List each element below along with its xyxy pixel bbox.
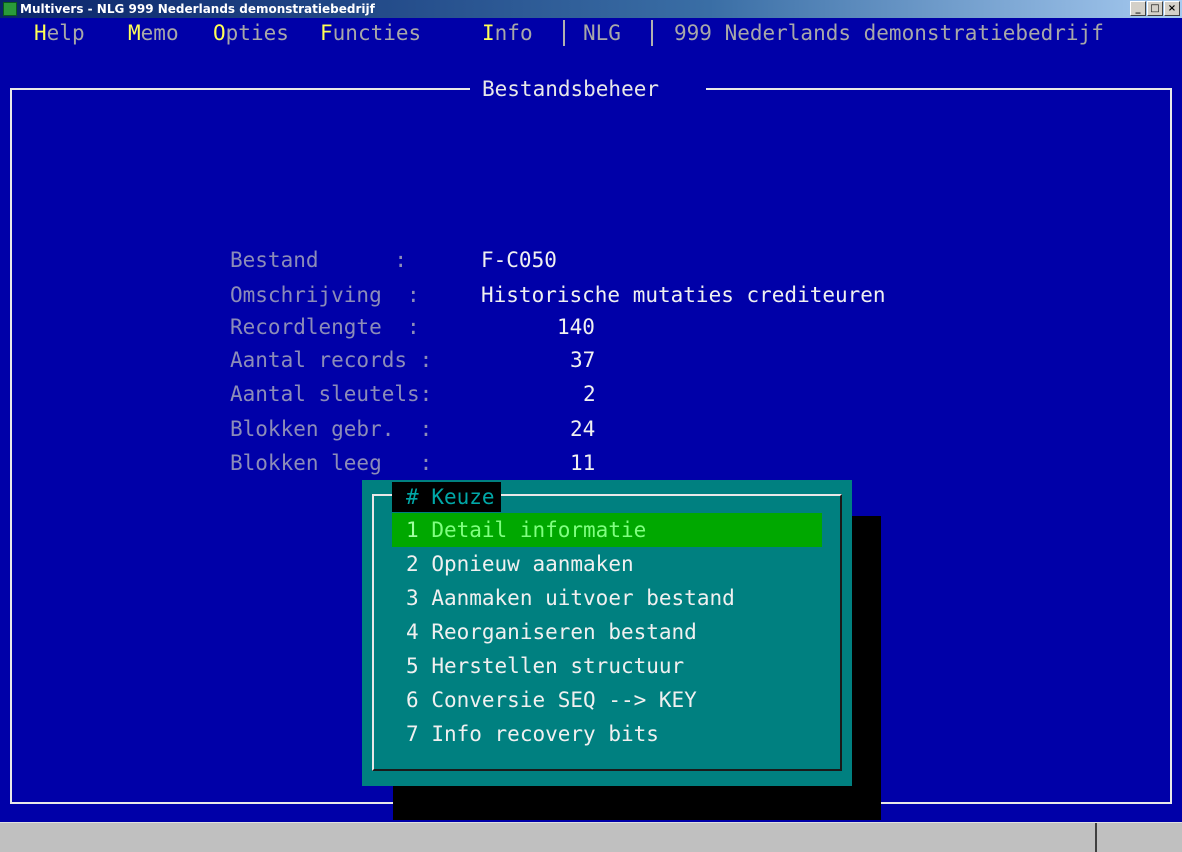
menu-option-6[interactable]: 6 Conversie SEQ --> KEY — [392, 683, 822, 717]
menu-option-1[interactable]: 1 Detail informatie — [392, 513, 822, 547]
label-omschrijving: Omschrijving : — [230, 283, 420, 307]
value-bestand: F-C050 — [481, 248, 557, 272]
minimize-button[interactable]: _ — [1130, 1, 1146, 16]
menu-option-2[interactable]: 2 Opnieuw aanmaken — [392, 547, 822, 581]
company-name: 999 Nederlands demonstratiebedrijf — [674, 21, 1104, 45]
frame-right — [1170, 88, 1172, 804]
label-blokken-gebr: Blokken gebr. : — [230, 417, 433, 441]
app-icon — [3, 2, 17, 16]
dialog-title: # Keuze — [392, 482, 501, 512]
menu-info[interactable]: Info — [482, 18, 533, 48]
menu-separator — [563, 20, 565, 46]
screen-title: Bestandsbeheer — [482, 77, 660, 101]
status-divider — [1095, 823, 1097, 852]
label-aantal-sleutels: Aantal sleutels: — [230, 382, 433, 406]
value-blokken-gebr: 24 — [570, 417, 596, 441]
menu-option-4[interactable]: 4 Reorganiseren bestand — [392, 615, 822, 649]
menu-bar: Help Memo Opties Functies Info NLG 999 N… — [0, 18, 1182, 49]
frame-left — [10, 88, 12, 804]
label-bestand: Bestand : — [230, 248, 408, 272]
value-recordlengte: 140 — [557, 315, 595, 339]
menu-separator — [651, 20, 653, 46]
window-title: Multivers - NLG 999 Nederlands demonstra… — [20, 2, 375, 16]
label-recordlengte: Recordlengte : — [230, 315, 420, 339]
frame-top-left — [10, 88, 470, 90]
value-aantal-sleutels: 2 — [583, 382, 596, 406]
menu-option-5[interactable]: 5 Herstellen structuur — [392, 649, 822, 683]
maximize-button[interactable]: □ — [1147, 1, 1163, 16]
label-aantal-records: Aantal records : — [230, 348, 433, 372]
close-button[interactable]: × — [1164, 1, 1180, 16]
frame-top-right — [706, 88, 1172, 90]
label-blokken-leeg: Blokken leeg : — [230, 451, 433, 475]
menu-option-3[interactable]: 3 Aanmaken uitvoer bestand — [392, 581, 822, 615]
menu-memo[interactable]: Memo — [128, 18, 179, 48]
window-controls: _ □ × — [1130, 1, 1180, 17]
status-bar — [0, 822, 1182, 852]
value-aantal-records: 37 — [570, 348, 596, 372]
menu-help[interactable]: Help — [34, 18, 85, 48]
dialog-title-text: Keuze — [431, 485, 495, 509]
dialog-title-hash: # — [406, 485, 419, 509]
keuze-dialog: # Keuze 1 Detail informatie 2 Opnieuw aa… — [362, 480, 852, 786]
menu-functies[interactable]: Functies — [320, 18, 421, 48]
currency-indicator: NLG — [583, 21, 621, 45]
value-omschrijving: Historische mutaties crediteuren — [481, 283, 886, 307]
menu-option-7[interactable]: 7 Info recovery bits — [392, 717, 822, 751]
menu-opties[interactable]: Opties — [213, 18, 289, 48]
window-titlebar[interactable]: Multivers - NLG 999 Nederlands demonstra… — [0, 0, 1182, 18]
value-blokken-leeg: 11 — [570, 451, 596, 475]
